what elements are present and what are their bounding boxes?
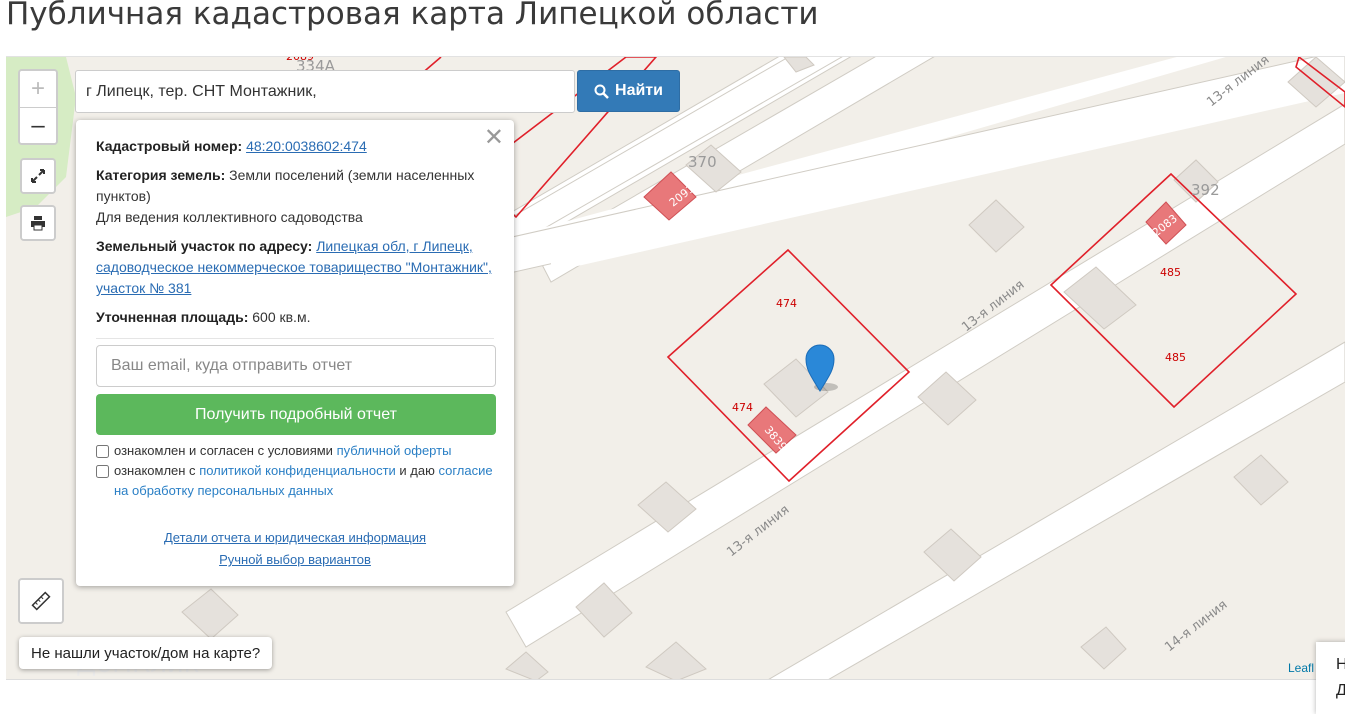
privacy-consent-text: ознакомлен с политикой конфиденциальност… xyxy=(114,463,493,498)
manual-selection-link[interactable]: Ручной выбор вариантов xyxy=(219,549,371,571)
privacy-consent-row: ознакомлен с политикой конфиденциальност… xyxy=(96,461,494,501)
email-input[interactable] xyxy=(96,345,496,387)
report-details-link[interactable]: Детали отчета и юридическая информация xyxy=(164,527,426,549)
house-number: 2089 xyxy=(286,57,314,63)
area-value: 600 кв.м. xyxy=(252,309,311,325)
category-row: Категория земель: Земли поселений (земли… xyxy=(96,165,494,228)
cadastral-number-link[interactable]: 48:20:0038602:474 xyxy=(246,138,367,154)
corner-line: Н xyxy=(1336,656,1345,673)
fullscreen-button[interactable] xyxy=(22,160,54,192)
fullscreen-control xyxy=(20,158,56,194)
cadastral-label: Кадастровый номер: xyxy=(96,138,243,154)
house-number: 392 xyxy=(1191,181,1220,199)
parcel-number: 474 xyxy=(732,401,753,414)
offer-consent-checkbox[interactable] xyxy=(96,445,109,458)
measure-control xyxy=(18,578,64,624)
search-button-label: Найти xyxy=(615,82,663,99)
search-icon xyxy=(594,84,609,99)
close-icon[interactable]: ✕ xyxy=(484,126,504,150)
area-row: Уточненная площадь: 600 кв.м. xyxy=(96,307,494,328)
privacy-policy-link[interactable]: политикой конфиденциальности xyxy=(199,463,396,478)
address-label: Земельный участок по адресу: xyxy=(96,238,313,254)
parcel-number: 485 xyxy=(1165,351,1186,364)
corner-notification: Н Д xyxy=(1316,642,1345,714)
print-control xyxy=(20,205,56,241)
house-number: 370 xyxy=(688,153,717,171)
cadastral-row: Кадастровый номер: 48:20:0038602:474 xyxy=(96,136,494,157)
offer-consent-text: ознакомлен и согласен с условиями публич… xyxy=(114,443,452,458)
privacy-consent-checkbox[interactable] xyxy=(96,465,109,478)
map-view[interactable]: 13-я линия 13-я линия 13-я линия 14-я ли… xyxy=(6,56,1345,680)
ruler-icon xyxy=(31,591,51,611)
measure-button[interactable] xyxy=(20,580,62,622)
get-report-button[interactable]: Получить подробный отчет xyxy=(96,394,496,435)
address-row: Земельный участок по адресу: Липецкая об… xyxy=(96,236,494,299)
parcel-info-popup: ✕ Кадастровый номер: 48:20:0038602:474 К… xyxy=(76,120,514,586)
land-purpose: Для ведения коллективного садоводства xyxy=(96,209,363,225)
roads xyxy=(485,57,1345,679)
public-offer-link[interactable]: публичной оферты xyxy=(337,443,452,458)
search-button[interactable]: Найти xyxy=(577,70,680,112)
parcel-number: 474 xyxy=(776,297,797,310)
street-label: 14-я линия xyxy=(1162,597,1230,655)
popup-footer-links: Детали отчета и юридическая информация Р… xyxy=(96,527,494,571)
zoom-control: + – xyxy=(18,69,58,145)
not-found-button[interactable]: Не нашли участок/дом на карте? xyxy=(19,637,273,669)
address-search-input[interactable] xyxy=(75,70,575,113)
leaflet-attribution[interactable]: Leafl xyxy=(1288,661,1314,675)
expand-icon xyxy=(31,169,45,183)
corner-line: Д xyxy=(1336,682,1345,699)
print-button[interactable] xyxy=(22,207,54,239)
category-label: Категория земель: xyxy=(96,167,226,183)
parcel-number: 485 xyxy=(1160,266,1181,279)
page-title: Публичная кадастровая карта Липецкой обл… xyxy=(6,0,819,32)
printer-icon xyxy=(31,216,45,231)
divider xyxy=(96,338,494,339)
area-label: Уточненная площадь: xyxy=(96,309,249,325)
zoom-out-button[interactable]: – xyxy=(20,107,56,143)
offer-consent-row: ознакомлен и согласен с условиями публич… xyxy=(96,441,494,461)
zoom-in-button[interactable]: + xyxy=(20,71,56,107)
